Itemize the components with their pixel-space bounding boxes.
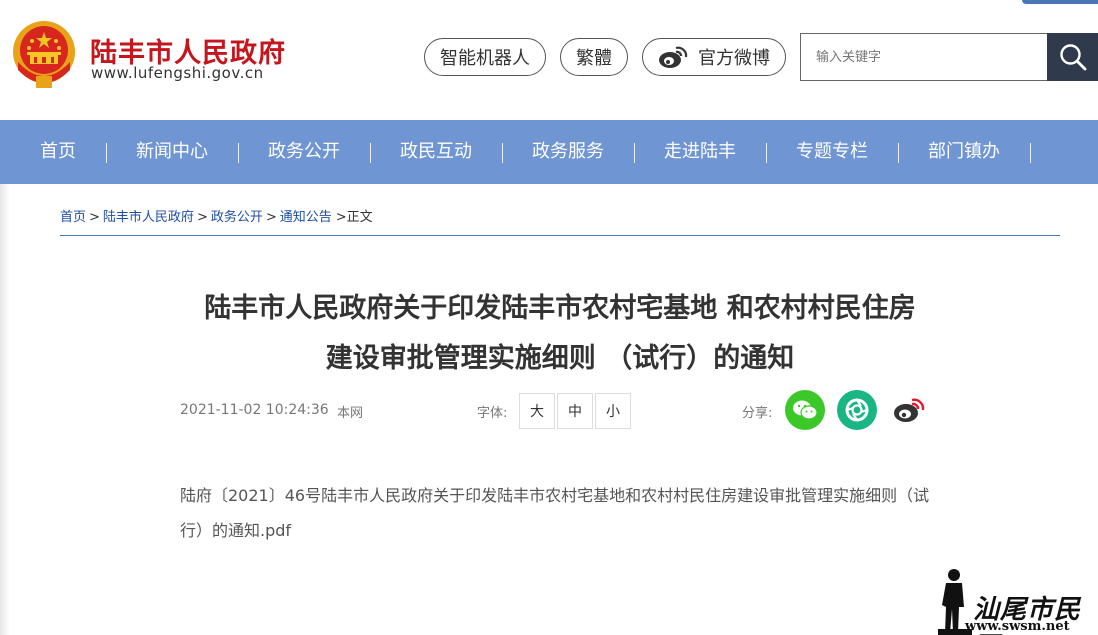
robot-label: 智能机器人 xyxy=(440,48,530,69)
font-size-large-button[interactable]: 大 xyxy=(519,393,555,429)
font-size-label: 字体: xyxy=(477,406,508,421)
nav-separator xyxy=(370,143,371,163)
site-header: 陆丰市人民政府 www.lufengshi.gov.cn 智能机器人 繁體 官方… xyxy=(0,0,1098,120)
nav-item-departments[interactable]: 部门镇办 xyxy=(928,120,1000,184)
share-wechat-button[interactable] xyxy=(785,390,825,430)
article-title: 陆丰市人民政府关于印发陆丰市农村宅基地 和农村村民住房 建设审批管理实施细则 （… xyxy=(150,288,970,380)
font-size-small-button[interactable]: 小 xyxy=(595,393,631,429)
share-weibo-button[interactable] xyxy=(889,390,929,430)
breadcrumb-current: >正文 xyxy=(335,210,373,225)
nav-item-gov-affairs[interactable]: 政务公开 xyxy=(268,120,340,184)
nav-item-services[interactable]: 政务服务 xyxy=(532,120,604,184)
national-emblem-icon xyxy=(13,21,75,88)
nav-item-news[interactable]: 新闻中心 xyxy=(136,120,208,184)
watermark-url: www.swsm.net xyxy=(965,619,1070,634)
breadcrumb-link-government[interactable]: 陆丰市人民政府 xyxy=(103,210,194,225)
weibo-icon xyxy=(894,398,925,422)
robot-button[interactable]: 智能机器人 xyxy=(424,38,546,76)
nav-item-about[interactable]: 走进陆丰 xyxy=(664,120,736,184)
main-nav: 首页 新闻中心 政务公开 政民互动 政务服务 走进陆丰 专题专栏 部门镇办 xyxy=(0,120,1098,184)
attachment-link[interactable]: 陆府〔2021〕46号陆丰市人民政府关于印发陆丰市农村宅基地和农村村民住房建设审… xyxy=(180,478,950,548)
search-input[interactable] xyxy=(800,33,1048,81)
nav-separator xyxy=(634,143,635,163)
top-accent-strip xyxy=(1022,0,1098,4)
nav-item-home[interactable]: 首页 xyxy=(40,120,76,184)
traditional-label: 繁體 xyxy=(576,48,612,69)
breadcrumb-link-home[interactable]: 首页 xyxy=(60,210,86,225)
share-moments-button[interactable] xyxy=(837,390,877,430)
traditional-chinese-button[interactable]: 繁體 xyxy=(560,38,628,76)
content-edge-shadow xyxy=(0,184,10,635)
breadcrumb-separator: > xyxy=(265,210,277,225)
nav-separator xyxy=(106,143,107,163)
nav-separator xyxy=(238,143,239,163)
breadcrumb-separator: > xyxy=(196,210,208,225)
search-icon xyxy=(1059,44,1086,71)
article-title-line-1: 陆丰市人民政府关于印发陆丰市农村宅基地 和农村村民住房 xyxy=(204,293,916,324)
nav-separator xyxy=(502,143,503,163)
nav-separator xyxy=(1030,143,1031,163)
breadcrumb-link-notices[interactable]: 通知公告 xyxy=(280,210,332,225)
wechat-icon xyxy=(793,400,818,420)
share-label: 分享: xyxy=(742,406,773,421)
official-weibo-button[interactable]: 官方微博 xyxy=(642,38,786,76)
article-source: 本网 xyxy=(337,406,364,421)
breadcrumb-divider xyxy=(60,235,1060,236)
font-size-medium-button[interactable]: 中 xyxy=(557,393,593,429)
weibo-icon xyxy=(659,46,688,68)
article-title-line-2: 建设审批管理实施细则 （试行）的通知 xyxy=(325,343,795,374)
nav-item-interaction[interactable]: 政民互动 xyxy=(400,120,472,184)
search-button[interactable] xyxy=(1047,33,1098,81)
nav-item-topics[interactable]: 专题专栏 xyxy=(796,120,868,184)
breadcrumb: 首页 > 陆丰市人民政府 > 政务公开 > 通知公告 >正文 xyxy=(60,206,373,225)
moments-icon xyxy=(845,398,869,422)
publish-date: 2021-11-02 10:24:36 xyxy=(180,402,329,418)
nav-separator xyxy=(766,143,767,163)
breadcrumb-separator: > xyxy=(89,210,100,225)
site-url[interactable]: www.lufengshi.gov.cn xyxy=(91,64,264,82)
breadcrumb-link-gov-affairs[interactable]: 政务公开 xyxy=(211,210,263,225)
weibo-label: 官方微博 xyxy=(698,48,770,69)
nav-separator xyxy=(898,143,899,163)
